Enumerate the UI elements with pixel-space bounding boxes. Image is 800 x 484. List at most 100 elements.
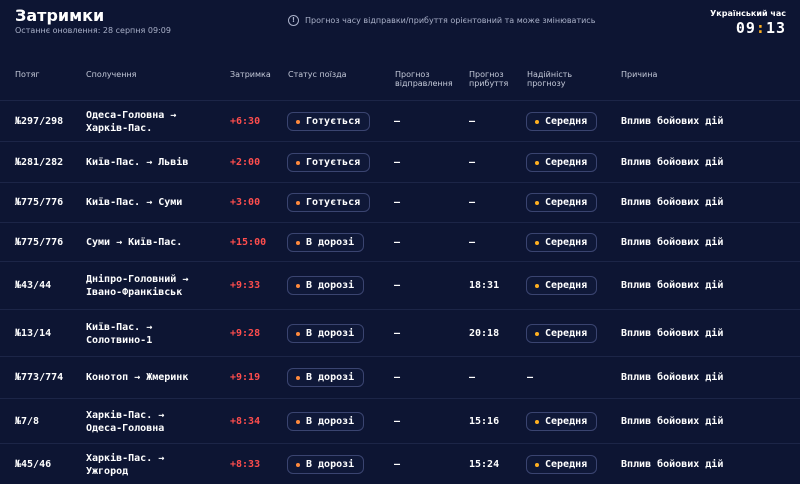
col-arr-line1: Прогноз: [469, 70, 504, 79]
status-dot-icon: [296, 240, 300, 245]
col-reason: Причина: [621, 70, 658, 79]
col-dep-line1: Прогноз: [395, 70, 430, 79]
table-row[interactable]: №773/774 Конотоп → Жмеринк +9:19 В дорозі — —…: [0, 356, 800, 398]
delay-value: +9:28: [230, 328, 261, 339]
table-row[interactable]: №13/14 Київ-Пас. → Солотвино-1 +9:28 В дороз…: [0, 309, 800, 356]
reason: Вплив бойових дій: [621, 280, 724, 291]
reliability-badge: Середня: [526, 276, 598, 295]
train-number: №297/298: [15, 116, 64, 127]
clock-hours: 09: [735, 19, 756, 37]
reliability-badge: Середня: [526, 412, 598, 431]
col-arr-forecast: Прогноз прибуття: [469, 70, 508, 88]
status-badge: В дорозі: [287, 412, 365, 431]
table-row[interactable]: №43/44 Дніпро-Головний → Івано-Франківськ +…: [0, 261, 800, 309]
table-row[interactable]: №7/8 Харків-Пас. → Одеса-Головна +8:34 В дор…: [0, 398, 800, 443]
route-line1: Дніпро-Головний →: [86, 274, 189, 285]
reliability-text: Середня: [545, 157, 588, 168]
route-line2: Солотвино-1: [86, 335, 153, 346]
route-line1: Київ-Пас. →: [86, 322, 153, 333]
col-rel-line1: Надійність: [527, 70, 573, 79]
train-number: №13/14: [15, 328, 52, 339]
route: Київ-Пас. → Суми: [86, 196, 182, 209]
table-row[interactable]: №775/776 Суми → Київ-Пас. +15:00 В дорозі — —…: [0, 222, 800, 261]
status-text: Готується: [306, 197, 361, 208]
delay-value: +2:00: [230, 157, 261, 168]
reliability-dot-icon: [535, 200, 539, 205]
reliability-text: Середня: [545, 328, 588, 339]
last-updated: Останнє оновлення: 28 серпня 09:09: [15, 26, 171, 35]
departure-forecast: —: [394, 197, 401, 208]
status-text: Готується: [306, 157, 361, 168]
reliability-dot-icon: [535, 283, 539, 288]
status-text: В дорозі: [306, 328, 355, 339]
route: Харків-Пас. → Одеса-Головна: [86, 409, 164, 435]
reliability-text: Середня: [545, 237, 588, 248]
delay-value: +8:34: [230, 416, 261, 427]
train-number: №45/46: [15, 459, 52, 470]
table-row[interactable]: №297/298 Одеса-Головна → Харків-Пас. +6:30 Г…: [0, 100, 800, 141]
status-badge: В дорозі: [287, 368, 365, 387]
col-train: Потяг: [15, 70, 40, 79]
delay-value: +8:33: [230, 459, 261, 470]
table-row[interactable]: №775/776 Київ-Пас. → Суми +3:00 Готується — —…: [0, 182, 800, 222]
train-number: №773/774: [15, 372, 64, 383]
route-line2: Івано-Франківськ: [86, 287, 183, 298]
route-line1: Київ-Пас. → Львів: [86, 157, 189, 168]
forecast-notice: ! Прогноз часу відправки/прибуття орієнт…: [288, 15, 595, 26]
train-number: №281/282: [15, 157, 64, 168]
departure-forecast: —: [394, 459, 401, 470]
reason: Вплив бойових дій: [621, 328, 724, 339]
status-badge: В дорозі: [287, 233, 365, 252]
status-text: В дорозі: [306, 416, 355, 427]
train-number: №43/44: [15, 280, 52, 291]
route: Одеса-Головна → Харків-Пас.: [86, 109, 176, 135]
status-dot-icon: [296, 119, 300, 124]
status-text: В дорозі: [306, 237, 355, 248]
status-badge: В дорозі: [287, 324, 365, 343]
clock-minutes: 13: [765, 19, 786, 37]
route: Київ-Пас. → Солотвино-1: [86, 321, 152, 347]
table-row[interactable]: №281/282 Київ-Пас. → Львів +2:00 Готується —…: [0, 141, 800, 182]
reason: Вплив бойових дій: [621, 416, 724, 427]
status-text: Готується: [306, 116, 361, 127]
reliability-dot-icon: [535, 119, 539, 124]
reliability-badge: Середня: [526, 455, 598, 474]
route-line2: Ужгород: [86, 466, 129, 477]
col-dep-forecast: Прогноз відправлення: [395, 70, 453, 88]
page-title: Затримки: [15, 6, 105, 25]
status-dot-icon: [296, 419, 300, 424]
clock-label: Український час: [710, 9, 786, 18]
arrival-forecast: 15:24: [469, 459, 500, 470]
status-dot-icon: [296, 160, 300, 165]
route-line2: Одеса-Головна: [86, 423, 165, 434]
train-number: №775/776: [15, 237, 64, 248]
reliability-text: Середня: [545, 416, 588, 427]
status-dot-icon: [296, 375, 300, 380]
header: Затримки Останнє оновлення: 28 серпня 09…: [0, 0, 800, 52]
info-icon: !: [288, 15, 299, 26]
delay-value: +3:00: [230, 197, 261, 208]
reason: Вплив бойових дій: [621, 157, 724, 168]
arrival-forecast: —: [469, 116, 476, 127]
reliability-dot-icon: [535, 160, 539, 165]
col-reliability: Надійність прогнозу: [527, 70, 572, 88]
status-text: В дорозі: [306, 459, 355, 470]
reliability-text: Середня: [545, 280, 588, 291]
status-badge: В дорозі: [287, 276, 365, 295]
route: Дніпро-Головний → Івано-Франківськ: [86, 273, 188, 299]
col-dep-line2: відправлення: [395, 79, 453, 88]
reliability-dot-icon: [535, 331, 539, 336]
status-dot-icon: [296, 283, 300, 288]
delay-value: +6:30: [230, 116, 261, 127]
status-text: В дорозі: [306, 280, 355, 291]
reason: Вплив бойових дій: [621, 372, 724, 383]
arrival-forecast: —: [469, 197, 476, 208]
arrival-forecast: —: [469, 237, 476, 248]
departure-forecast: —: [394, 237, 401, 248]
reliability-badge: Середня: [526, 153, 598, 172]
table-row[interactable]: №45/46 Харків-Пас. → Ужгород +8:33 В дорозі —…: [0, 443, 800, 484]
col-status: Статус поїзда: [288, 70, 347, 79]
reliability-badge: Середня: [526, 193, 598, 212]
reliability-text: Середня: [545, 459, 588, 470]
route-line1: Харків-Пас. →: [86, 453, 165, 464]
